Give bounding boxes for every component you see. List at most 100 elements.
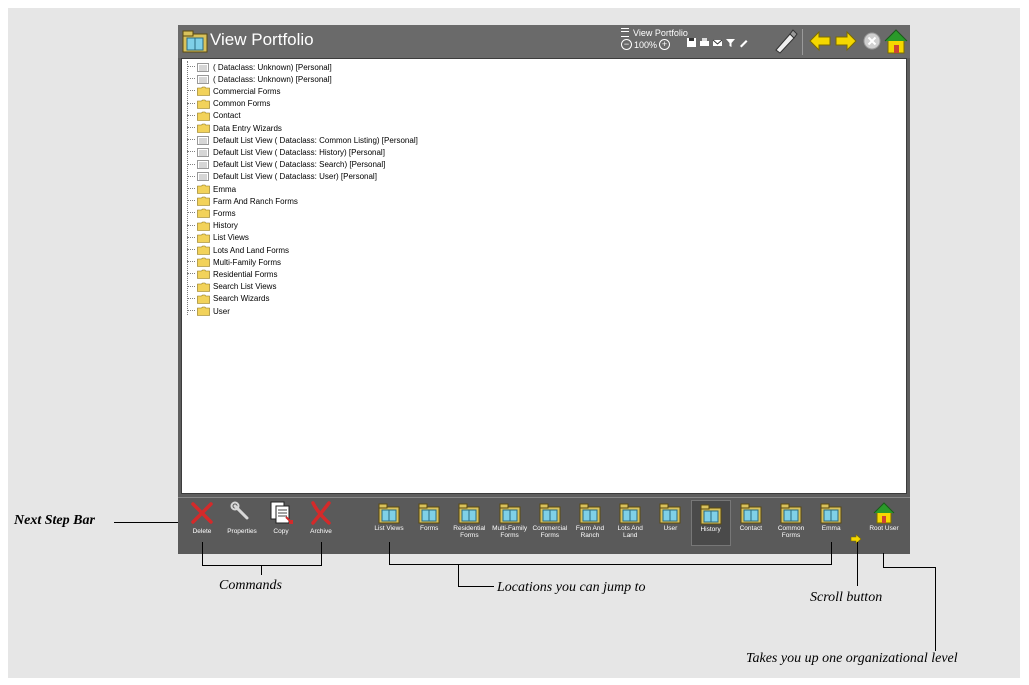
tree-item[interactable]: Search List Views [187, 281, 276, 293]
location-label: Residential Forms [453, 525, 486, 539]
zoom-control: − 100% + [621, 39, 671, 50]
location-contact-button[interactable]: Contact [731, 500, 771, 532]
location-label: Forms [419, 525, 439, 532]
location-multi-family-forms-button[interactable]: Multi-Family Forms [490, 500, 530, 539]
tree-connector [187, 273, 195, 275]
tree-item[interactable]: Common Forms [187, 98, 270, 110]
portfolio-tree[interactable]: ( Dataclass: Unknown) [Personal] ( Datacl… [181, 58, 907, 494]
annotation-line [321, 542, 322, 565]
tree-item[interactable]: Search Wizards [187, 293, 269, 305]
list-view-icon [197, 135, 209, 145]
back-arrow-icon[interactable] [808, 28, 832, 54]
tree-item[interactable]: Commercial Forms [187, 85, 281, 97]
zoom-in-icon[interactable]: + [659, 39, 671, 50]
location-farm-and-ranch-button[interactable]: Farm And Ranch [570, 500, 610, 539]
properties-button[interactable]: Properties [223, 500, 261, 535]
folder-icon [197, 196, 210, 206]
zoom-out-icon[interactable]: − [621, 39, 632, 50]
tree-item[interactable]: Default List View ( Dataclass: History) … [187, 146, 385, 158]
tree-item[interactable]: User [187, 305, 230, 317]
location-label: User [663, 525, 678, 532]
portfolio-window: View Portfolio View Portfolio − 100% + (… [178, 25, 910, 554]
location-history-button[interactable]: History [690, 500, 731, 546]
tree-connector [187, 102, 195, 105]
copy-button[interactable]: Copy [262, 500, 300, 535]
tree-connector [187, 310, 195, 312]
forward-arrow-icon[interactable] [834, 28, 858, 54]
print-icon[interactable] [699, 37, 710, 48]
email-icon[interactable] [712, 37, 723, 48]
tree-item-label: ( Dataclass: Unknown) [Personal] [213, 74, 332, 84]
archive-button[interactable]: Archive [302, 500, 340, 535]
tree-item[interactable]: List Views [187, 232, 249, 244]
tree-connector [187, 297, 195, 300]
location-label: Multi-Family Forms [492, 525, 528, 539]
tree-item[interactable]: Lots And Land Forms [187, 244, 289, 256]
annotation-line [202, 565, 322, 566]
location-folder-icon [458, 503, 480, 524]
folder-icon [197, 111, 210, 121]
tree-item-label: Emma [213, 184, 237, 194]
tree-connector [187, 285, 195, 288]
tree-item[interactable]: ( Dataclass: Unknown) [Personal] [187, 61, 332, 73]
filter-icon[interactable] [725, 37, 736, 48]
annotation-line [458, 564, 459, 586]
location-emma-button[interactable]: Emma [811, 500, 851, 532]
list-view-icon [197, 160, 209, 169]
list-view-icon [197, 74, 209, 84]
scroll-arrow-icon[interactable] [850, 534, 862, 544]
location-forms-button[interactable]: Forms [409, 500, 449, 532]
location-label: Emma [821, 525, 841, 532]
tree-item-label: Search List Views [213, 282, 277, 292]
tree-connector [187, 249, 195, 251]
tree-item[interactable]: History [187, 220, 238, 232]
tree-connector [187, 200, 195, 202]
tree-item[interactable]: Data Entry Wizards [187, 122, 282, 134]
location-label: Contact [739, 525, 762, 532]
tree-item[interactable]: Contact [187, 110, 241, 122]
delete-button[interactable]: Delete [183, 500, 221, 535]
archive-x-icon [311, 501, 331, 525]
tree-item[interactable]: Emma [187, 183, 236, 195]
location-lots-and-land-button[interactable]: Lots And Land [610, 500, 650, 539]
tree-connector [187, 236, 195, 239]
tree-item[interactable]: ( Dataclass: Unknown) [Personal] [187, 73, 332, 85]
folder-icon [197, 306, 210, 316]
window-title: View Portfolio [210, 30, 314, 49]
tree-item[interactable]: Multi-Family Forms [187, 256, 281, 268]
tree-item[interactable]: Forms [187, 207, 236, 219]
zoom-level: 100% [634, 39, 658, 50]
list-view-icon [197, 172, 209, 182]
command-label: Copy [273, 528, 289, 535]
location-user-button[interactable]: User [650, 500, 690, 532]
tree-item-label: Lots And Land Forms [213, 245, 290, 255]
pen-tool-icon[interactable] [772, 28, 798, 54]
tree-item[interactable]: Default List View ( Dataclass: Common Li… [187, 134, 418, 146]
tree-item[interactable]: Default List View ( Dataclass: User) [Pe… [187, 171, 377, 183]
folder-icon [197, 270, 210, 280]
location-folder-icon [820, 503, 842, 524]
location-list-views-button[interactable]: List Views [369, 500, 409, 532]
location-label: List Views [374, 525, 404, 532]
toolbar-separator [802, 29, 803, 55]
tree-item-label: List Views [213, 233, 249, 243]
location-folder-icon [700, 504, 722, 525]
tree-item-label: Common Forms [213, 99, 271, 109]
tree-item[interactable]: Default List View ( Dataclass: Search) [… [187, 159, 385, 171]
tree-item[interactable]: Farm And Ranch Forms [187, 195, 298, 207]
location-folder-icon [539, 503, 561, 524]
location-residential-forms-button[interactable]: Residential Forms [449, 500, 489, 539]
list-view-icon [197, 148, 209, 157]
edit-icon[interactable] [738, 37, 749, 48]
save-icon[interactable] [686, 37, 697, 48]
stop-icon[interactable] [862, 28, 882, 54]
location-commercial-forms-button[interactable]: Commercial Forms [530, 500, 570, 539]
location-common-forms-button[interactable]: Common Forms [771, 500, 811, 539]
view-portfolio-menu-label: View Portfolio [633, 28, 688, 38]
annotation-line [883, 553, 884, 567]
root-user-button[interactable]: Root User [864, 500, 904, 532]
tree-item-label: Forms [213, 208, 236, 218]
tree-item[interactable]: Residential Forms [187, 268, 277, 280]
view-portfolio-menu[interactable]: View Portfolio [621, 27, 688, 38]
home-icon[interactable] [884, 28, 908, 55]
